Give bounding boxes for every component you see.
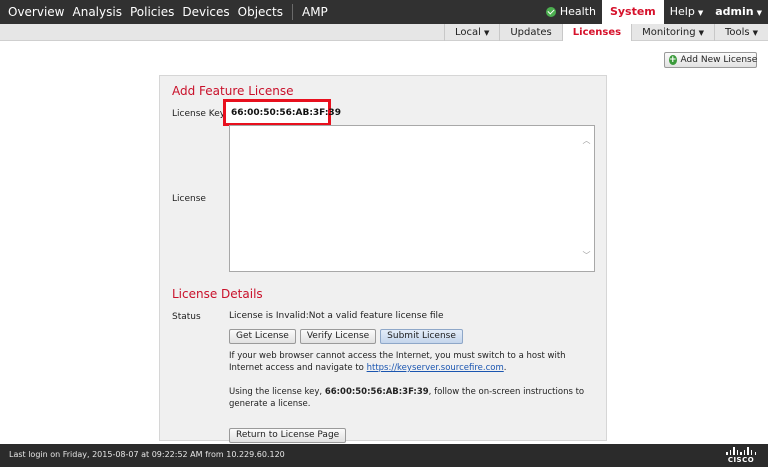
sub-nav-bar: Local ▼ Updates Licenses Monitoring ▼ Tool… [0,24,768,41]
subnav-local[interactable]: Local ▼ [444,24,499,41]
subnav-local-label: Local [455,27,481,38]
license-key-label: License Key [172,109,226,119]
add-new-license-label: Add New License [680,55,758,65]
subnav-licenses[interactable]: Licenses [561,24,632,41]
return-to-license-page-button[interactable]: Return to License Page [229,428,347,443]
caret-down-icon: ▼ [752,29,758,37]
instructions-text-2: Using the license key, [229,387,325,397]
add-feature-license-panel: Add Feature License License Key 66:00:50… [159,75,607,443]
sub-nav: Local ▼ Updates Licenses Monitoring ▼ Tool… [444,24,768,41]
feature-license-title: Add Feature License [172,84,294,98]
cisco-logo-icon: CISCO [726,447,756,465]
nav-overview[interactable]: Overview [4,0,69,24]
admin-label: admin [715,4,754,18]
nav-policies[interactable]: Policies [126,0,178,24]
subnav-tools-label: Tools [724,27,750,38]
caret-down-icon: ▼ [756,8,762,17]
top-right-nav: Health System Help ▼ admin ▼ [540,0,768,24]
help-label: Help [669,4,695,18]
main-nav: Overview Analysis Policies Devices Objec… [4,0,332,24]
subnav-monitoring[interactable]: Monitoring ▼ [631,24,714,41]
nav-devices[interactable]: Devices [178,0,233,24]
subnav-tools[interactable]: Tools ▼ [713,24,768,41]
status-label: Status [172,312,201,322]
verify-license-button[interactable]: Verify License [299,329,377,344]
subnav-updates[interactable]: Updates [499,24,561,41]
instructions-license-key: 66:00:50:56:AB:3F:39 [324,387,429,397]
get-license-button[interactable]: Get License [229,329,296,344]
license-key-instructions: Using the license key, 66:00:50:56:AB:3F… [229,386,599,410]
status-value: License is Invalid:Not a valid feature l… [229,311,444,321]
cisco-logo-bars [726,447,756,455]
plus-icon: + [669,55,677,65]
nav-amp[interactable]: AMP [298,0,332,24]
nav-analysis[interactable]: Analysis [69,0,126,24]
last-login-text: Last login on Friday, 2015-08-07 at 09:2… [9,450,285,459]
scroll-down-icon[interactable]: ﹀ [582,252,591,260]
health-link[interactable]: Health [540,0,602,24]
nav-objects[interactable]: Objects [234,0,287,24]
health-check-icon [545,7,556,17]
add-new-license-button[interactable]: + Add New License [664,52,757,68]
internet-access-instructions: If your web browser cannot access the In… [229,350,599,374]
license-key-highlight: 66:00:50:56:AB:3F:39 [223,99,341,126]
caret-down-icon: ▼ [483,29,490,37]
help-menu[interactable]: Help ▼ [664,0,709,25]
submit-license-button[interactable]: Submit License [380,329,463,344]
system-tab[interactable]: System [601,0,664,24]
license-key-value: 66:00:50:56:AB:3F:39 [231,107,341,118]
caret-down-icon: ▼ [698,29,704,37]
nav-divider [291,4,293,20]
instructions-text-1-end: . [503,363,507,373]
license-textarea[interactable]: ︿ ﹀ [229,125,595,272]
cisco-logo-text: CISCO [727,456,755,464]
top-nav-bar: Overview Analysis Policies Devices Objec… [0,0,768,24]
footer-bar: Last login on Friday, 2015-08-07 at 09:2… [0,444,768,467]
license-details-title: License Details [172,287,263,301]
license-label: License [172,194,206,204]
health-label: Health [559,5,596,18]
keyserver-link[interactable]: https://keyserver.sourcefire.com [367,363,504,373]
scroll-up-icon[interactable]: ︿ [582,137,591,145]
subnav-monitoring-label: Monitoring [642,27,696,38]
caret-down-icon: ▼ [697,8,704,17]
admin-menu[interactable]: admin ▼ [709,0,768,25]
license-action-buttons: Get License Verify License Submit Licens… [229,329,463,344]
